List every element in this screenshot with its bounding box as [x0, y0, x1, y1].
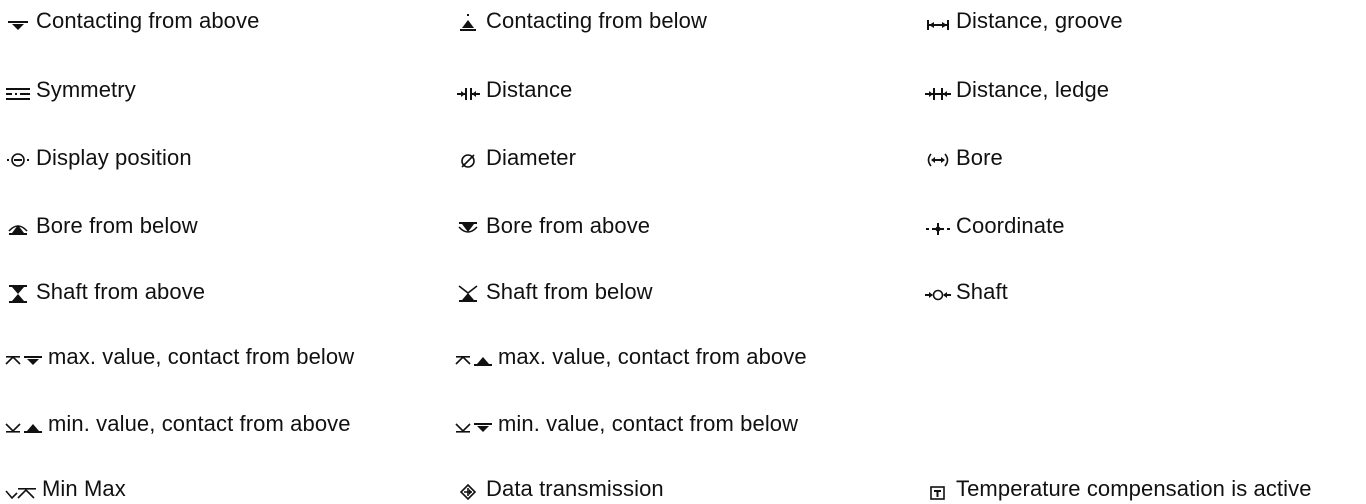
display-position-icon — [4, 147, 32, 169]
bore-icon — [924, 147, 952, 169]
contact-from-above-icon — [4, 10, 32, 32]
legend-item-symmetry: Symmetry — [4, 75, 136, 105]
legend-label: Display position — [36, 145, 192, 170]
symmetry-icon — [4, 79, 32, 101]
legend-item-display-position: Display position — [4, 143, 192, 173]
legend-label: Shaft from above — [36, 279, 206, 304]
coordinate-icon — [924, 215, 952, 237]
legend-label: Shaft — [956, 279, 1008, 304]
legend-item-distance-ledge: Distance, ledge — [924, 75, 1109, 105]
legend-label: Contacting from below — [486, 8, 707, 33]
legend-label: Shaft from below — [486, 279, 653, 304]
legend-item-distance: Distance — [454, 75, 572, 105]
legend-label: max. value, contact from below — [48, 344, 355, 369]
min-contact-below-icon — [454, 413, 494, 435]
max-contact-below-icon — [4, 346, 44, 368]
min-max-icon — [4, 478, 38, 500]
legend-item-shaft: Shaft — [924, 277, 1008, 307]
contact-from-below-icon — [454, 10, 482, 32]
legend-item-max-contact-below: max. value, contact from below — [4, 342, 354, 372]
legend-item-shaft-from-above: Shaft from above — [4, 277, 205, 307]
legend-label: min. value, contact from below — [498, 411, 799, 436]
legend-label: Data transmission — [486, 476, 664, 501]
symbol-legend: Contacting from above Contacting from be… — [0, 0, 1366, 502]
legend-label: Bore from above — [486, 213, 651, 238]
shaft-icon — [924, 281, 952, 303]
legend-label: Distance — [486, 77, 573, 102]
legend-item-diameter: Diameter — [454, 143, 576, 173]
diameter-icon — [454, 147, 482, 169]
legend-label: max. value, contact from above — [498, 344, 807, 369]
legend-label: min. value, contact from above — [48, 411, 351, 436]
legend-item-bore-from-below: Bore from below — [4, 211, 198, 241]
legend-item-data-transmission: Data transmission — [454, 474, 664, 504]
bore-from-below-icon — [4, 215, 32, 237]
legend-item-bore-from-above: Bore from above — [454, 211, 650, 241]
legend-item-min-contact-above: min. value, contact from above — [4, 409, 351, 439]
legend-item-coordinate: Coordinate — [924, 211, 1065, 241]
data-transmission-icon — [454, 478, 482, 500]
distance-ledge-icon — [924, 79, 952, 101]
legend-label: Symmetry — [36, 77, 136, 102]
distance-icon — [454, 79, 482, 101]
bore-from-above-icon — [454, 215, 482, 237]
legend-label: Temperature compensation is active — [956, 476, 1312, 501]
legend-item-min-contact-below: min. value, contact from below — [454, 409, 798, 439]
legend-item-distance-groove: Distance, groove — [924, 6, 1123, 36]
legend-item-bore: Bore — [924, 143, 1003, 173]
legend-item-contact-from-above: Contacting from above — [4, 6, 259, 36]
legend-item-contact-from-below: Contacting from below — [454, 6, 707, 36]
legend-label: Min Max — [42, 476, 126, 501]
distance-groove-icon — [924, 10, 952, 32]
legend-label: Diameter — [486, 145, 577, 170]
legend-item-min-max: Min Max — [4, 474, 126, 504]
min-contact-above-icon — [4, 413, 44, 435]
legend-label: Coordinate — [956, 213, 1065, 238]
legend-label: Bore from below — [36, 213, 198, 238]
legend-label: Contacting from above — [36, 8, 260, 33]
legend-item-shaft-from-below: Shaft from below — [454, 277, 653, 307]
legend-label: Distance, groove — [956, 8, 1123, 33]
temperature-compensation-icon — [924, 478, 952, 500]
legend-item-temperature-compensation: Temperature compensation is active — [924, 474, 1312, 504]
shaft-from-below-icon — [454, 281, 482, 303]
legend-label: Bore — [956, 145, 1003, 170]
shaft-from-above-icon — [4, 281, 32, 303]
legend-item-max-contact-above: max. value, contact from above — [454, 342, 807, 372]
max-contact-above-icon — [454, 346, 494, 368]
legend-label: Distance, ledge — [956, 77, 1110, 102]
